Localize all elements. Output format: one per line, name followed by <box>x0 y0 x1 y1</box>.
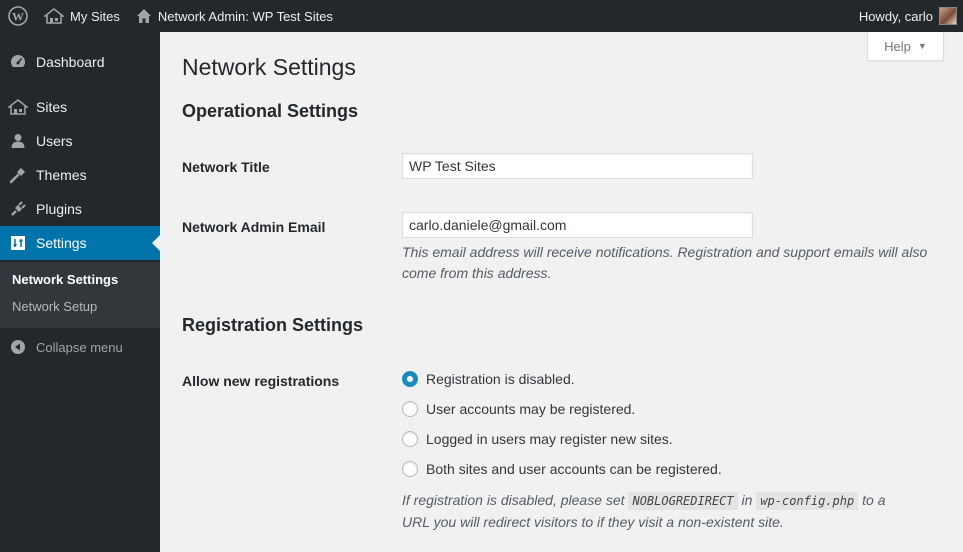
wordpress-logo-icon[interactable]: W <box>0 0 36 32</box>
help-button[interactable]: Help ▼ <box>867 32 944 61</box>
wp-config-code: wp-config.php <box>756 492 859 510</box>
collapse-label: Collapse menu <box>36 339 123 355</box>
sidebar-item-label: Themes <box>36 167 87 183</box>
radio-button-checked[interactable] <box>402 371 418 387</box>
network-admin-label: Network Admin: WP Test Sites <box>157 8 333 24</box>
collapse-arrow-icon <box>0 339 36 355</box>
sidebar-item-dashboard[interactable]: Dashboard <box>0 45 160 79</box>
account-menu[interactable]: Howdy, carlo <box>851 0 963 32</box>
settings-submenu: Network Settings Network Setup <box>0 262 160 328</box>
radio-registration-disabled[interactable]: Registration is disabled. <box>402 371 575 387</box>
sites-icon <box>0 99 36 115</box>
note-text: If registration is disabled, please set <box>402 492 625 508</box>
note-text: to a <box>862 492 886 508</box>
allow-registrations-label: Allow new registrations <box>182 373 340 389</box>
sidebar-item-sites[interactable]: Sites <box>0 90 160 124</box>
collapse-menu-button[interactable]: Collapse menu <box>0 332 160 362</box>
radio-button[interactable] <box>402 401 418 417</box>
sidebar-item-label: Settings <box>36 235 87 251</box>
note-text: URL you will redirect visitors to if the… <box>402 514 784 530</box>
submenu-network-setup[interactable]: Network Setup <box>12 299 97 314</box>
sidebar-item-label: Dashboard <box>36 54 105 70</box>
settings-icon <box>0 235 36 251</box>
svg-text:W: W <box>12 10 24 24</box>
admin-bar: W My Sites Network Admin: WP Test Sites … <box>0 0 963 32</box>
radio-button[interactable] <box>402 461 418 477</box>
noblogredirect-code: NOBLOGREDIRECT <box>628 492 738 510</box>
network-admin-email-input[interactable] <box>402 212 753 238</box>
admin-email-description: This email address will receive notifica… <box>402 244 928 281</box>
network-title-input[interactable] <box>402 153 753 179</box>
registration-settings-heading: Registration Settings <box>182 315 364 335</box>
sidebar-item-label: Users <box>36 133 73 149</box>
submenu-network-settings[interactable]: Network Settings <box>12 272 118 287</box>
plugins-icon <box>0 200 36 218</box>
radio-button[interactable] <box>402 431 418 447</box>
network-admin-email-label: Network Admin Email <box>182 219 326 235</box>
note-text: in <box>741 492 753 508</box>
radio-user-accounts[interactable]: User accounts may be registered. <box>402 401 635 417</box>
my-sites-menu[interactable]: My Sites <box>36 0 128 32</box>
home-icon <box>136 8 152 24</box>
sidebar-item-users[interactable]: Users <box>0 124 160 158</box>
howdy-label: Howdy, carlo <box>858 8 933 24</box>
sidebar-item-themes[interactable]: Themes <box>0 158 160 192</box>
help-label: Help <box>884 38 911 54</box>
radio-label: User accounts may be registered. <box>426 401 636 417</box>
network-admin-menu[interactable]: Network Admin: WP Test Sites <box>128 0 341 32</box>
dashboard-icon <box>0 53 36 71</box>
sidebar-item-label: Sites <box>36 99 68 115</box>
avatar <box>939 7 957 25</box>
network-title-label: Network Title <box>182 159 270 175</box>
radio-logged-in-sites[interactable]: Logged in users may register new sites. <box>402 431 673 447</box>
operational-settings-heading: Operational Settings <box>182 101 359 121</box>
sidebar-item-plugins[interactable]: Plugins <box>0 192 160 226</box>
users-icon <box>0 133 36 149</box>
radio-label: Both sites and user accounts can be regi… <box>426 461 722 477</box>
sidebar-item-settings[interactable]: Settings <box>0 226 160 260</box>
admin-sidebar: Dashboard Sites Users Themes Plugins Set… <box>0 32 160 552</box>
page-title: Network Settings <box>182 54 356 80</box>
radio-label: Registration is disabled. <box>426 371 575 387</box>
themes-icon <box>0 166 36 184</box>
radio-both[interactable]: Both sites and user accounts can be regi… <box>402 461 722 477</box>
registration-note: If registration is disabled, please set … <box>402 490 947 533</box>
my-sites-label: My Sites <box>70 8 120 24</box>
my-sites-icon <box>44 8 64 24</box>
sidebar-item-label: Plugins <box>36 201 82 217</box>
radio-label: Logged in users may register new sites. <box>426 431 673 447</box>
caret-down-icon: ▼ <box>917 41 927 51</box>
